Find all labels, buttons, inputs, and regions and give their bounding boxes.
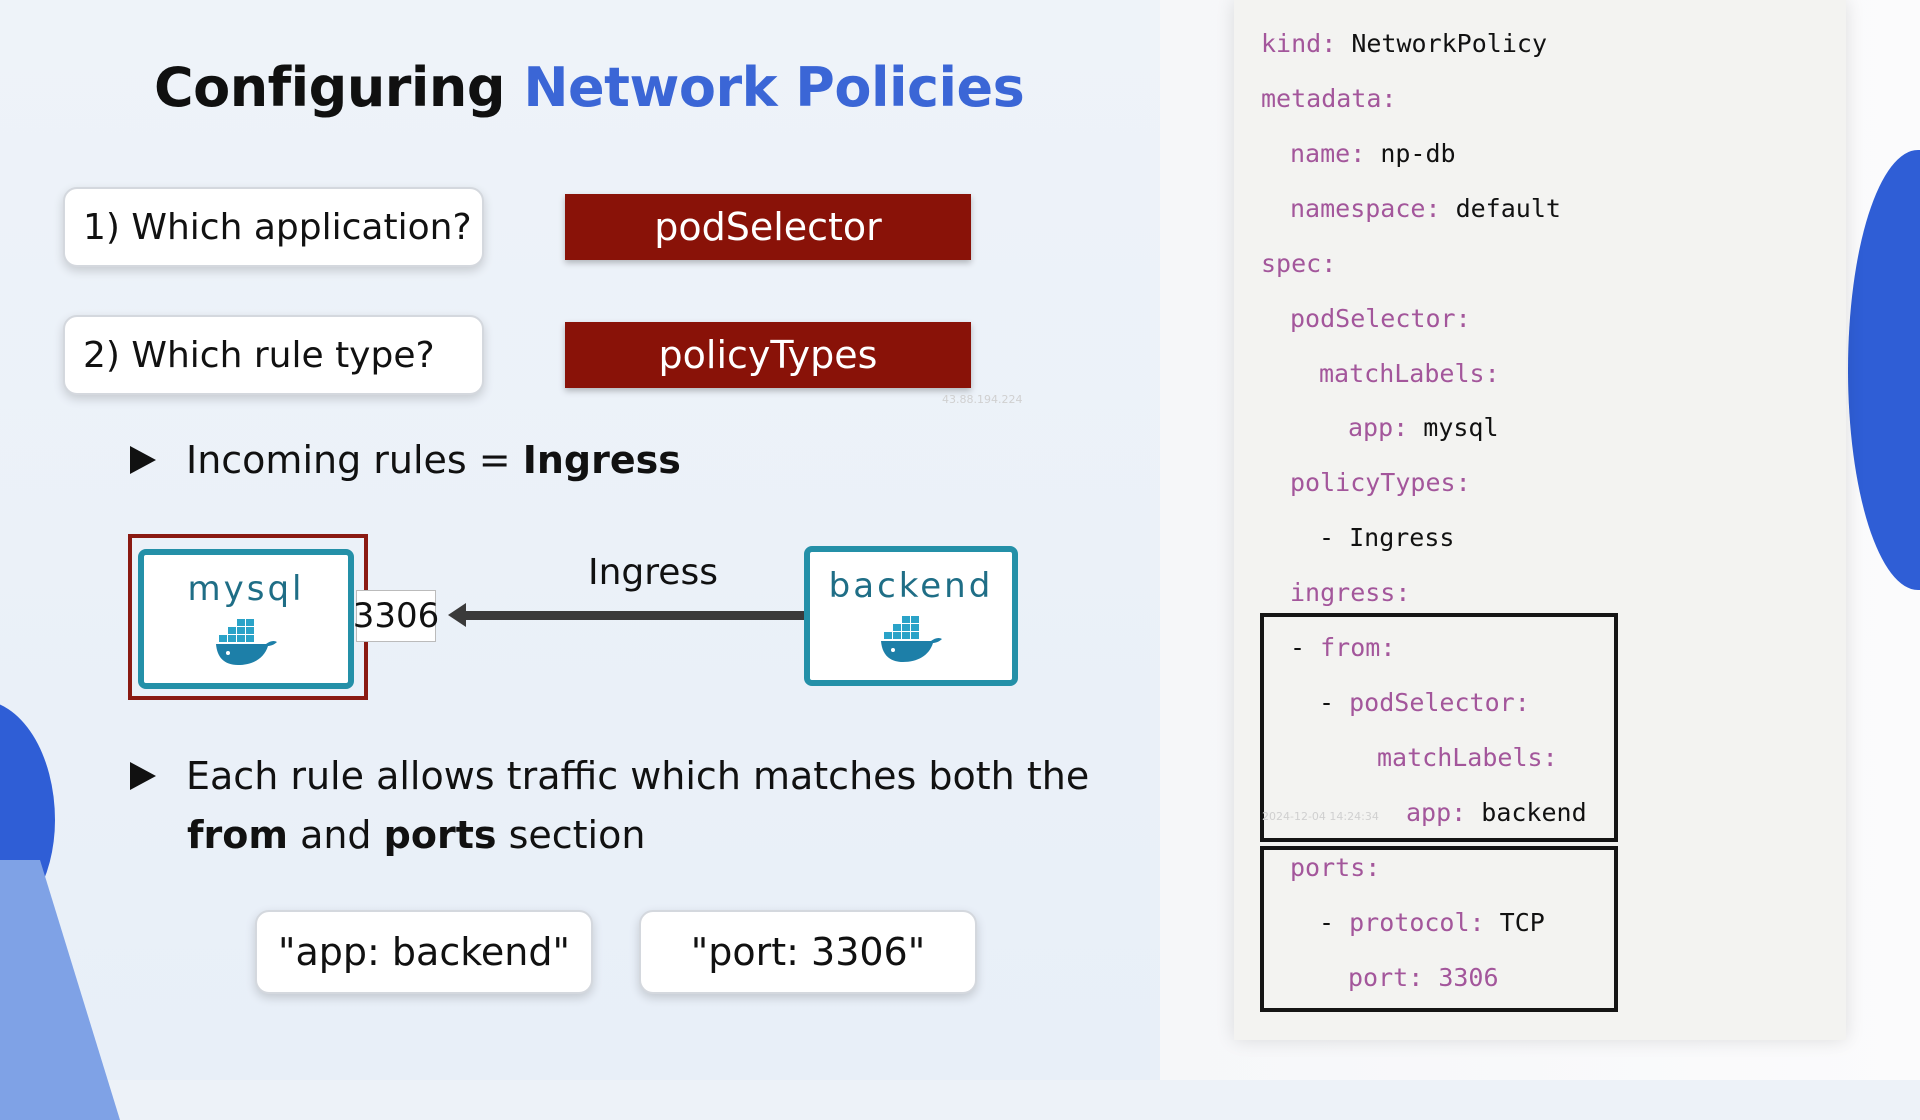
question-box-application: 1) Which application? <box>63 187 484 267</box>
code-line-matchlabels: matchLabels: <box>1319 359 1500 388</box>
code-line-podselector: podSelector: <box>1290 304 1471 333</box>
ingress-arrow-line <box>458 611 804 620</box>
docker-icon <box>216 619 277 665</box>
bullet1-bold: Ingress <box>522 438 681 482</box>
bullet-each-rule: Each rule allows traffic which matches b… <box>130 754 1089 798</box>
bullet-incoming-rules: Incoming rules = Ingress <box>130 438 681 482</box>
code-line-port: port: 3306 <box>1348 963 1499 992</box>
yaml-code-panel: kind: NetworkPolicy metadata: name: np-d… <box>1234 0 1846 1040</box>
code-line-ingress: ingress: <box>1290 578 1411 607</box>
code-line-ingress-item: - Ingress <box>1319 523 1455 552</box>
port-label: 3306 <box>353 590 439 642</box>
code-line-namespace: namespace: default <box>1290 194 1561 223</box>
bullet2-mid: and <box>287 813 384 857</box>
question-box-rule-type: 2) Which rule type? <box>63 315 484 395</box>
code-line-metadata: metadata: <box>1261 84 1397 113</box>
chip-port-3306: "port: 3306" <box>639 910 977 994</box>
code-line-name: name: np-db <box>1290 139 1456 168</box>
bullet1-text: Incoming rules = <box>186 438 523 482</box>
ingress-arrow-label: Ingress <box>588 552 718 593</box>
bullet2-bold-from: from <box>187 813 288 857</box>
code-line-app-backend: app: backend <box>1406 798 1587 827</box>
bullet2-bold-ports: ports <box>383 813 497 857</box>
bullet-triangle-icon <box>130 445 156 474</box>
pod-backend-label: backend <box>828 566 994 606</box>
chip-app-backend: "app: backend" <box>255 910 593 994</box>
title-main: Configuring <box>154 56 506 119</box>
code-line-from-matchlabels: matchLabels: <box>1377 743 1558 772</box>
code-line-spec: spec: <box>1261 249 1337 278</box>
bullet2-line1: Each rule allows traffic which matches b… <box>186 754 1090 798</box>
ingress-arrow-head-icon <box>448 603 466 627</box>
answer-box-podselector: podSelector <box>565 194 971 260</box>
pod-mysql: mysql <box>138 549 354 689</box>
code-line-app-mysql: app: mysql <box>1348 413 1499 442</box>
code-line-ports: ports: <box>1290 853 1381 882</box>
pod-backend: backend <box>804 546 1018 686</box>
title-accent: Network Policies <box>523 56 1025 119</box>
pod-mysql-label: mysql <box>187 569 305 609</box>
code-line-from-podselector: - podSelector: <box>1319 688 1530 717</box>
slide-title: Configuring Network Policies <box>154 56 1025 119</box>
bullet-each-rule-line2: from and ports section <box>187 813 645 857</box>
code-line-policytypes: policyTypes: <box>1290 468 1471 497</box>
docker-icon <box>881 616 942 662</box>
code-line-kind: kind: NetworkPolicy <box>1261 29 1547 58</box>
answer-box-policytypes: policyTypes <box>565 322 971 388</box>
code-line-from: - from: <box>1290 633 1396 662</box>
watermark-ip: 43.88.194.224 <box>942 393 1023 406</box>
bullet-triangle-icon <box>130 761 156 790</box>
bullet2-tail: section <box>496 813 646 857</box>
code-line-protocol: - protocol: TCP <box>1319 908 1545 937</box>
watermark-timestamp: 2024-12-04 14:24:34 <box>1262 810 1379 823</box>
